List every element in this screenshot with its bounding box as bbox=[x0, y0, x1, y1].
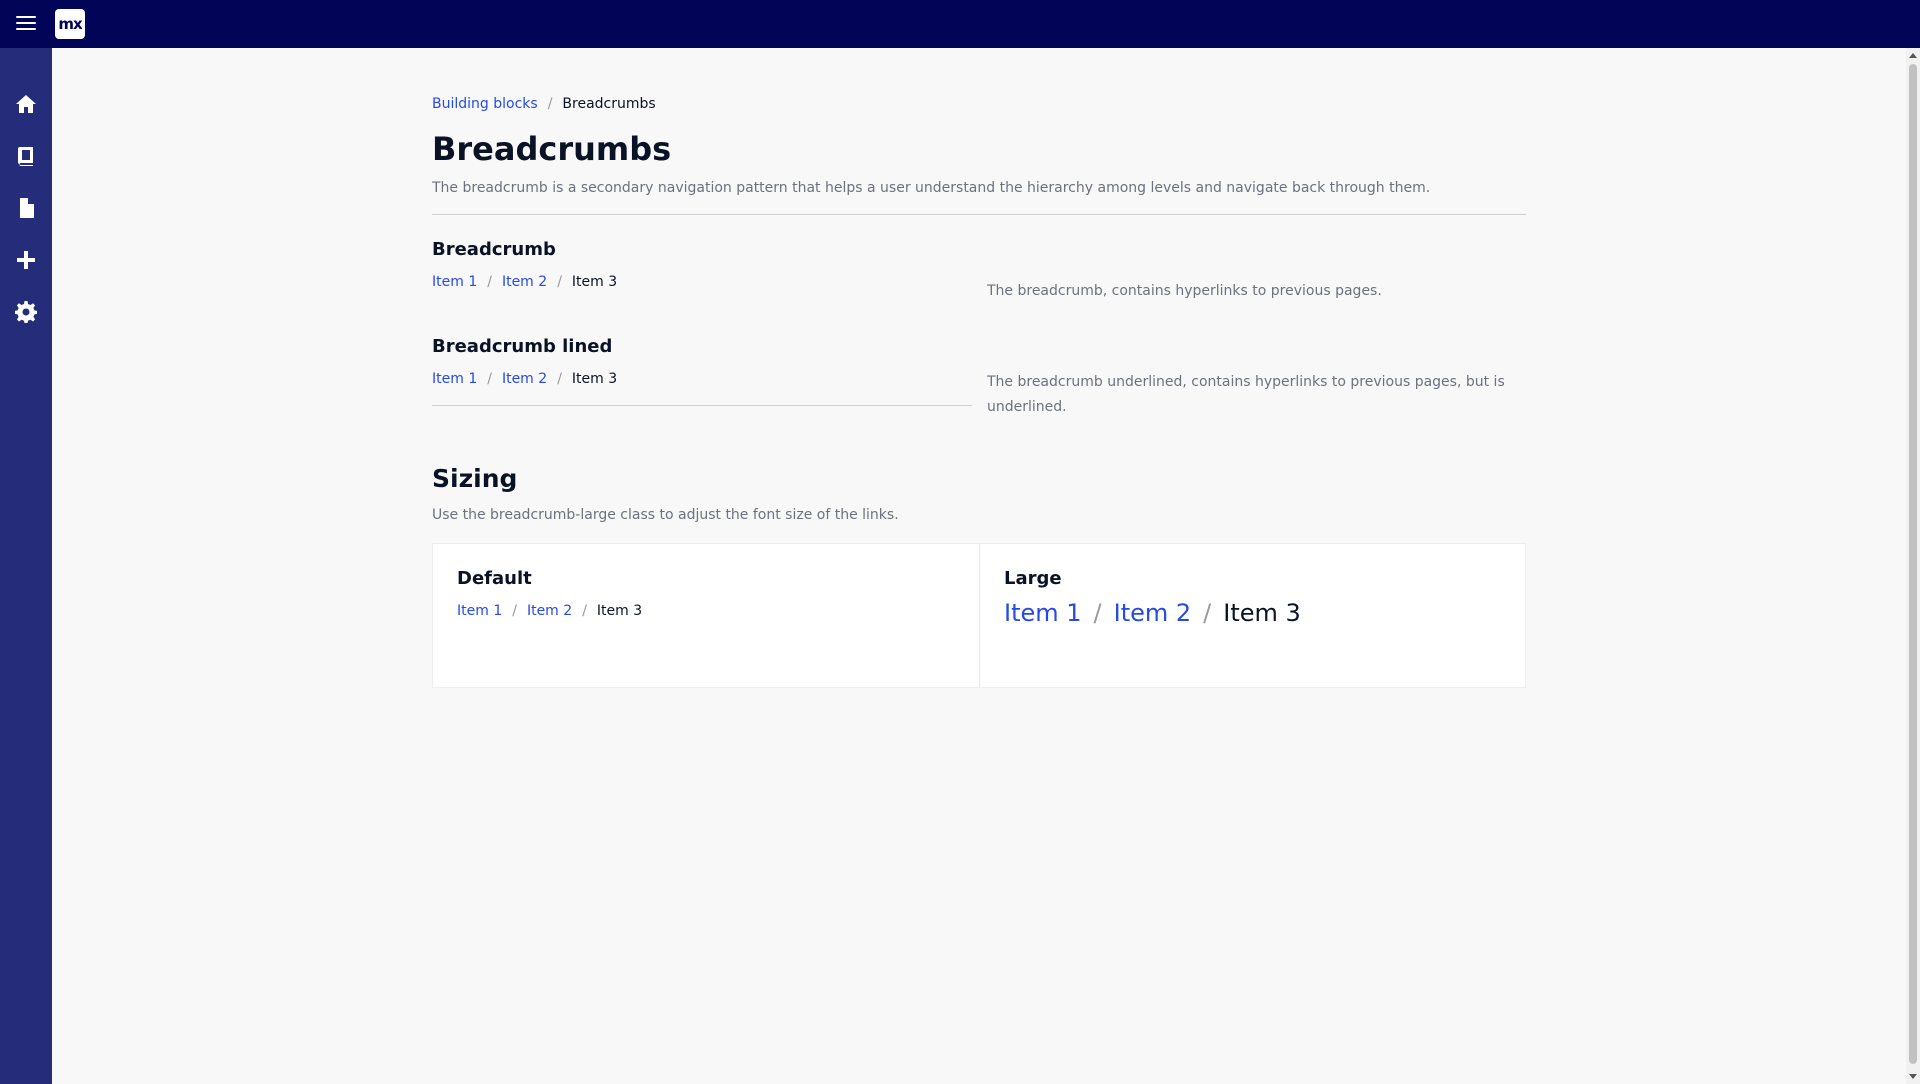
breadcrumb-separator: / bbox=[487, 274, 492, 291]
example-title: Breadcrumb bbox=[432, 239, 556, 261]
section-description: Use the breadcrumb-large class to adjust… bbox=[432, 507, 899, 524]
crumb-item-2[interactable]: Item 2 bbox=[502, 274, 547, 290]
page-description: The breadcrumb is a secondary navigation… bbox=[432, 180, 1431, 197]
breadcrumb-separator: / bbox=[582, 603, 587, 620]
card-title: Large bbox=[1004, 568, 1062, 590]
breadcrumb-separator: / bbox=[1203, 599, 1212, 628]
gear-icon[interactable] bbox=[0, 290, 52, 334]
breadcrumb-separator: / bbox=[557, 371, 562, 388]
crumb-item-3: Item 3 bbox=[596, 603, 643, 620]
breadcrumb-link-building-blocks[interactable]: Building blocks bbox=[432, 96, 538, 112]
crumb-item-1[interactable]: Item 1 bbox=[432, 274, 477, 290]
crumb-item-2[interactable]: Item 2 bbox=[527, 603, 572, 619]
main-content: Building blocks / Breadcrumbs Breadcrumb… bbox=[432, 96, 1526, 689]
book-icon[interactable] bbox=[0, 134, 52, 178]
card-title: Default bbox=[457, 568, 532, 590]
sizing-default: Default Item 1 / Item 2 / Item 3 bbox=[433, 544, 979, 687]
breadcrumb: Building blocks / Breadcrumbs bbox=[432, 96, 1526, 112]
scroll-down-arrow-icon[interactable] bbox=[1909, 1074, 1917, 1079]
example-description: The breadcrumb underlined, contains hype… bbox=[987, 374, 1505, 416]
example-title: Breadcrumb lined bbox=[432, 336, 613, 358]
breadcrumb-separator: / bbox=[512, 603, 517, 620]
example-breadcrumb-nav: Item 1 / Item 2 / Item 3 bbox=[432, 274, 972, 290]
breadcrumb-current: Breadcrumbs bbox=[562, 96, 656, 112]
crumb-item-3: Item 3 bbox=[1223, 599, 1301, 628]
example-lined-breadcrumb-nav: Item 1 / Item 2 / Item 3 bbox=[432, 371, 972, 407]
home-icon[interactable] bbox=[0, 82, 52, 126]
logo[interactable]: mx bbox=[55, 9, 85, 39]
page-title: Breadcrumbs bbox=[432, 130, 672, 168]
crumb-item-1[interactable]: Item 1 bbox=[457, 603, 502, 619]
sizing-large: Large Item 1 / Item 2 / Item 3 bbox=[979, 544, 1525, 688]
scroll-up-arrow-icon[interactable] bbox=[1909, 53, 1917, 58]
example-breadcrumb: Breadcrumb Item 1 / Item 2 / Item 3 The … bbox=[432, 239, 1526, 304]
default-breadcrumb-nav: Item 1 / Item 2 / Item 3 bbox=[457, 603, 955, 619]
scrollbar[interactable] bbox=[1906, 48, 1920, 1084]
crumb-item-1[interactable]: Item 1 bbox=[432, 371, 477, 387]
example-description: The breadcrumb, contains hyperlinks to p… bbox=[987, 283, 1382, 300]
top-bar: mx bbox=[0, 0, 1920, 48]
breadcrumb-separator: / bbox=[557, 274, 562, 291]
crumb-item-1[interactable]: Item 1 bbox=[1004, 599, 1082, 627]
divider bbox=[432, 214, 1526, 216]
scroll-thumb[interactable] bbox=[1909, 64, 1917, 1064]
sidebar bbox=[0, 48, 52, 1084]
breadcrumb-separator: / bbox=[487, 371, 492, 388]
plus-icon[interactable] bbox=[0, 238, 52, 282]
section-title-sizing: Sizing bbox=[432, 464, 518, 494]
example-breadcrumb-lined: Breadcrumb lined Item 1 / Item 2 / Item … bbox=[432, 336, 1526, 420]
sizing-card: Default Item 1 / Item 2 / Item 3 Large I… bbox=[432, 543, 1526, 689]
crumb-item-2[interactable]: Item 2 bbox=[1114, 599, 1192, 627]
crumb-item-3: Item 3 bbox=[571, 274, 618, 291]
crumb-item-2[interactable]: Item 2 bbox=[502, 371, 547, 387]
large-breadcrumb-nav: Item 1 / Item 2 / Item 3 bbox=[1004, 599, 1501, 627]
breadcrumb-separator: / bbox=[1093, 599, 1102, 628]
hamburger-menu-icon[interactable] bbox=[14, 12, 38, 36]
crumb-item-3: Item 3 bbox=[571, 371, 618, 388]
breadcrumb-separator: / bbox=[547, 96, 553, 112]
file-icon[interactable] bbox=[0, 186, 52, 230]
